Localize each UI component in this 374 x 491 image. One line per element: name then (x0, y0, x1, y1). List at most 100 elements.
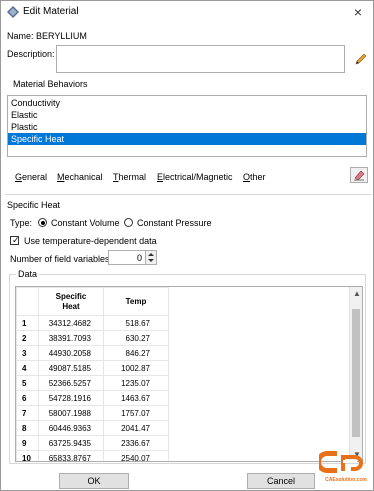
type-label: Type: (10, 218, 33, 228)
behavior-item[interactable]: Elastic (8, 109, 366, 121)
constant-pressure-label[interactable]: Constant Pressure (137, 218, 212, 228)
menu-general-mnemonic: G (15, 172, 23, 182)
material-app-icon (7, 6, 19, 18)
specific-heat-cell[interactable]: 54728.1916 (38, 390, 104, 406)
row-number-cell: 3 (16, 345, 39, 361)
temp-cell[interactable]: 2336.67 (103, 435, 169, 451)
table-row[interactable]: 8 60446.9363 2041.47 (16, 420, 169, 436)
table-row[interactable]: 6 54728.1916 1463.67 (16, 390, 169, 406)
temp-cell[interactable]: 2540.07 (103, 450, 169, 461)
specific-heat-cell[interactable]: 34312.4682 (38, 315, 104, 331)
spinner-arrows[interactable] (145, 251, 156, 264)
constant-volume-radio[interactable] (38, 218, 47, 227)
menu-general[interactable]: General (15, 172, 47, 182)
edit-material-dialog: Edit Material × Name: BERYLLIUM Descript… (0, 0, 374, 491)
temp-cell[interactable]: 1235.07 (103, 375, 169, 391)
specific-heat-cell[interactable]: 60446.9363 (38, 420, 104, 436)
arrow-up-icon[interactable] (148, 253, 154, 256)
logo-mark-icon (316, 451, 363, 473)
field-variables-label: Number of field variables: (10, 254, 113, 264)
temp-cell[interactable]: 2041.47 (103, 420, 169, 436)
constant-volume-label[interactable]: Constant Volume (51, 218, 120, 228)
temp-cell[interactable]: 518.67 (103, 315, 169, 331)
table-row[interactable]: 3 44930.2058 846.27 (16, 345, 169, 361)
data-table[interactable]: Specific Heat Temp 1 34312.4682 518.67 2 383… (16, 287, 169, 461)
row-number-cell: 6 (16, 390, 39, 406)
behavior-menu-bar: General Mechanical Thermal Electrical/Ma… (7, 169, 341, 185)
behavior-item[interactable]: Conductivity (8, 97, 366, 109)
table-row[interactable]: 9 63725.9435 2336.67 (16, 435, 169, 451)
data-title: Data (16, 269, 40, 279)
specific-heat-cell[interactable]: 58007.1988 (38, 405, 104, 421)
arrow-down-icon[interactable] (148, 259, 154, 262)
table-row[interactable]: 5 52366.5257 1235.07 (16, 375, 169, 391)
field-variables-value[interactable]: 0 (137, 253, 142, 263)
eraser-icon (354, 170, 365, 181)
name-value: BERYLLIUM (36, 31, 87, 41)
table-row[interactable]: 1 34312.4682 518.67 (16, 315, 169, 331)
temp-header[interactable]: Temp (103, 287, 169, 316)
temp-dependent-label[interactable]: Use temperature-dependent data (24, 236, 157, 246)
specific-heat-cell[interactable]: 52366.5257 (38, 375, 104, 391)
name-label: Name: (7, 31, 34, 41)
row-number-cell: 7 (16, 405, 39, 421)
section-divider (5, 194, 371, 195)
specific-heat-cell[interactable]: 63725.9435 (38, 435, 104, 451)
specific-heat-cell[interactable]: 65833.8767 (38, 450, 104, 461)
temp-cell[interactable]: 1757.07 (103, 405, 169, 421)
delete-behavior-button[interactable] (350, 167, 368, 183)
menu-electrical-rest: lectrical/Magnetic (163, 172, 233, 182)
table-row[interactable]: 4 49087.5185 1002.87 (16, 360, 169, 376)
scroll-up-icon[interactable]: ▲ (353, 289, 361, 298)
window-title: Edit Material (23, 6, 79, 17)
menu-other[interactable]: Other (243, 172, 266, 182)
temp-cell[interactable]: 1463.67 (103, 390, 169, 406)
behavior-item[interactable]: Plastic (8, 121, 366, 133)
description-field[interactable] (56, 45, 345, 73)
specific-heat-cell[interactable]: 44930.2058 (38, 345, 104, 361)
row-number-cell: 2 (16, 330, 39, 346)
row-number-header (16, 287, 39, 316)
specific-heat-cell[interactable]: 49087.5185 (38, 360, 104, 376)
row-number-cell: 9 (16, 435, 39, 451)
temp-dependent-checkbox[interactable]: ✓ (10, 235, 20, 245)
menu-thermal[interactable]: Thermal (113, 172, 146, 182)
row-number-cell: 4 (16, 360, 39, 376)
table-row[interactable]: 7 58007.1988 1757.07 (16, 405, 169, 421)
menu-mechanical-rest: echanical (64, 172, 103, 182)
pencil-icon[interactable] (353, 51, 369, 67)
specific-heat-cell[interactable]: 38391.7093 (38, 330, 104, 346)
title-bar[interactable]: Edit Material × (1, 1, 373, 23)
temp-cell[interactable]: 630.27 (103, 330, 169, 346)
ok-button[interactable]: OK (59, 473, 129, 489)
behavior-item-selected[interactable]: Specific Heat (8, 133, 366, 145)
table-row[interactable]: 10 65833.8767 2540.07 (16, 450, 169, 461)
scrollbar-thumb[interactable] (352, 309, 360, 437)
behaviors-title: Material Behaviors (11, 79, 90, 89)
menu-mechanical[interactable]: Mechanical (57, 172, 103, 182)
close-button[interactable]: × (349, 3, 367, 21)
behaviors-list[interactable]: Conductivity Elastic Plastic Specific He… (7, 95, 367, 157)
row-number-cell: 10 (16, 450, 39, 461)
table-row[interactable]: 2 38391.7093 630.27 (16, 330, 169, 346)
menu-general-rest: eneral (22, 172, 48, 182)
menu-mechanical-mnemonic: M (57, 172, 65, 182)
material-behaviors-group: Material Behaviors Conductivity Elastic … (5, 79, 371, 196)
table-header-row: Specific Heat Temp (16, 287, 169, 316)
specific-heat-header-text: Specific Heat (55, 291, 87, 311)
field-variables-spinner[interactable]: 0 (108, 250, 157, 265)
vertical-scrollbar[interactable]: ▲ ▼ (349, 287, 362, 461)
row-number-cell: 8 (16, 420, 39, 436)
menu-electrical-magnetic[interactable]: Electrical/Magnetic (157, 172, 233, 182)
row-number-cell: 1 (16, 315, 39, 331)
data-table-container[interactable]: Specific Heat Temp 1 34312.4682 518.67 2 383… (15, 286, 363, 462)
temp-cell[interactable]: 846.27 (103, 345, 169, 361)
watermark-text: CAEsolution.com (325, 477, 367, 483)
constant-pressure-radio[interactable] (124, 218, 133, 227)
specific-heat-header[interactable]: Specific Heat (38, 287, 104, 316)
menu-other-rest: ther (250, 172, 266, 182)
temp-cell[interactable]: 1002.87 (103, 360, 169, 376)
material-name: Name: BERYLLIUM (7, 31, 87, 41)
caesolution-logo: CAEsolution.com (316, 447, 371, 487)
cancel-button[interactable]: Cancel (247, 473, 315, 489)
